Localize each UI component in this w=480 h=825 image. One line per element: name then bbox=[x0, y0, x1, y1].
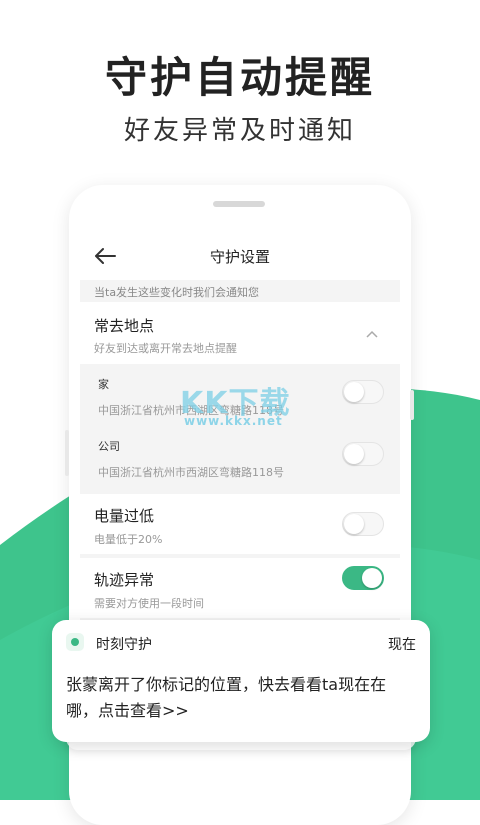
battery-title: 电量过低 bbox=[94, 507, 155, 525]
phone-speaker bbox=[213, 201, 265, 207]
phone-side-button-left bbox=[65, 430, 69, 476]
battery-toggle[interactable] bbox=[342, 512, 384, 536]
notify-hint: 当ta发生这些变化时我们会通知您 bbox=[94, 286, 260, 299]
nav-bar: 守护设置 bbox=[80, 232, 400, 280]
hero-title: 守护自动提醒 bbox=[104, 53, 375, 102]
place-home-toggle[interactable] bbox=[342, 380, 384, 404]
place-name: 公司 bbox=[98, 440, 120, 453]
battery-subtitle: 电量低于20% bbox=[94, 533, 163, 546]
chevron-up-icon[interactable] bbox=[366, 330, 378, 338]
place-company-toggle[interactable] bbox=[342, 442, 384, 466]
place-item: 公司 中国浙江省杭州市西湖区弯糖路118号 bbox=[80, 428, 400, 490]
notification-card[interactable]: 时刻守护 现在 张蒙离开了你标记的位置，快去看看ta现在在哪，点击查看>> bbox=[52, 620, 430, 742]
notification-time: 现在 bbox=[388, 637, 416, 653]
app-icon bbox=[66, 633, 84, 651]
page-title: 守护设置 bbox=[209, 248, 270, 266]
places-section[interactable]: 常去地点 好友到达或离开常去地点提醒 bbox=[80, 302, 400, 364]
places-title: 常去地点 bbox=[94, 317, 155, 335]
notification-app-name: 时刻守护 bbox=[96, 637, 152, 653]
track-row: 轨迹异常 需要对方使用一段时间 bbox=[80, 558, 400, 618]
hero-subtitle: 好友异常及时通知 bbox=[123, 116, 356, 146]
track-subtitle: 需要对方使用一段时间 bbox=[94, 597, 204, 610]
place-name: 家 bbox=[98, 378, 109, 391]
track-title: 轨迹异常 bbox=[94, 571, 155, 589]
places-subtitle: 好友到达或离开常去地点提醒 bbox=[94, 342, 237, 355]
place-address: 中国浙江省杭州市西湖区弯糖路118号 bbox=[98, 466, 284, 479]
notification-body: 张蒙离开了你标记的位置，快去看看ta现在在哪，点击查看>> bbox=[66, 675, 387, 720]
track-toggle[interactable] bbox=[342, 566, 384, 590]
watermark-url: www.kkx.net bbox=[184, 414, 283, 428]
phone-side-button-right bbox=[410, 390, 414, 420]
battery-row: 电量过低 电量低于20% bbox=[80, 494, 400, 554]
